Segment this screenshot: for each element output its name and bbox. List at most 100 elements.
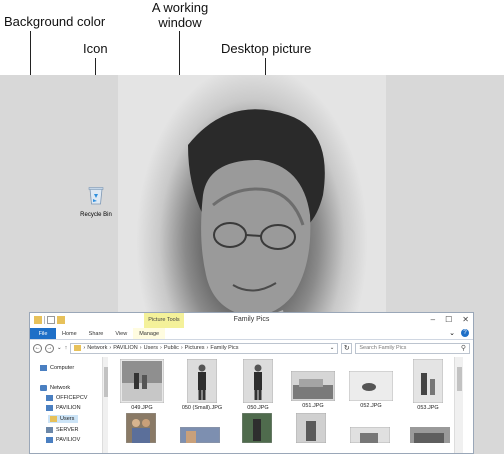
photo-thumbnail-icon [348,370,394,402]
breadcrumb-separator: › [109,345,112,351]
desktop[interactable]: Recycle Bin Picture Tools Family Pics – … [0,75,504,454]
callout-working-window-line1: A working [151,0,209,15]
file-item[interactable]: 050 (Small).JPG [176,358,228,411]
nav-item-partial[interactable]: PAVILIOV [46,437,80,443]
callout-working-window-line2: window [158,15,202,30]
breadcrumb-separator: › [139,345,142,351]
scrollbar-thumb[interactable] [457,367,462,391]
computer-icon [46,437,53,443]
breadcrumb-separator: › [160,345,162,351]
recycle-bin-label: Recycle Bin [80,212,112,218]
window-title: Family Pics [233,316,270,323]
photo-thumbnail-icon [242,358,274,404]
recent-locations-icon[interactable]: ⌄ [57,345,62,351]
up-button[interactable]: ↑ [65,345,68,351]
nav-scrollbar[interactable] [102,357,108,453]
file-item[interactable] [124,412,158,445]
breadcrumb-separator: › [83,345,86,351]
breadcrumb-pavilion[interactable]: PAVILION [113,345,138,351]
breadcrumb-pictures[interactable]: Pictures [185,345,205,351]
computer-icon [46,395,53,401]
network-icon [40,385,47,391]
ribbon-tabs: File Home Share View Manage ⌄ ? [30,328,473,340]
photo-thumbnail-icon [125,412,157,444]
window-controls: – ☐ ✕ [431,315,469,324]
callout-icon: Icon [83,41,108,56]
file-item[interactable] [294,412,328,445]
window-body: Computer Network OFFICEPCV PAVILION User… [30,357,473,453]
maximize-button[interactable]: ☐ [445,315,452,324]
folder-icon [50,416,57,422]
file-item[interactable]: 049.JPG [118,358,166,411]
recycle-bin[interactable]: Recycle Bin [78,185,114,218]
nav-item-label: PAVILION [56,405,81,411]
computer-icon [46,405,53,411]
search-input[interactable]: Search Family Pics ⚲ [355,342,470,354]
file-item[interactable] [348,426,392,445]
nav-item-label: Network [50,385,71,391]
tab-view[interactable]: View [109,328,133,339]
nav-item-label: Users [60,416,75,422]
nav-item-label: SERVER [56,427,79,433]
file-name: 053.JPG [417,405,439,411]
file-name: 050.JPG [247,405,269,411]
photo-thumbnail-icon [295,412,327,444]
nav-item-network[interactable]: Network [40,385,70,391]
search-placeholder: Search Family Pics [359,344,407,351]
nav-item-officepcv[interactable]: OFFICEPCV [46,395,87,401]
photo-thumbnail-icon [186,358,218,404]
help-icon[interactable]: ? [461,329,469,337]
expand-ribbon-icon[interactable]: ⌄ [449,329,455,337]
file-list[interactable]: 049.JPG 050 (Small).JPG 050.JPG 051.JPG … [112,357,463,453]
minimize-button[interactable]: – [431,315,435,324]
nav-item-server[interactable]: SERVER [46,427,79,433]
file-name: 051.JPG [302,403,324,409]
breadcrumb-public[interactable]: Public [164,345,179,351]
scrollbar-thumb[interactable] [104,367,108,397]
file-item[interactable] [178,426,222,445]
explorer-window[interactable]: Picture Tools Family Pics – ☐ ✕ File Hom… [29,312,474,454]
file-name: 050 (Small).JPG [181,405,223,411]
folder-icon [74,345,82,351]
refresh-button[interactable]: ↻ [341,342,353,354]
tab-home[interactable]: Home [56,328,83,339]
address-row: ← → ⌄ ↑ › Network › PAVILION › Users › P… [30,340,473,356]
tab-manage[interactable]: Manage [133,328,166,339]
callout-background-color: Background color [4,14,106,29]
address-bar[interactable]: › Network › PAVILION › Users › Public › … [70,342,339,354]
content-scrollbar[interactable] [454,357,463,453]
file-item[interactable] [408,426,452,445]
navigation-pane[interactable]: Computer Network OFFICEPCV PAVILION User… [30,357,108,453]
nav-item-pavilion[interactable]: PAVILION [46,405,81,411]
file-item[interactable]: 051.JPG [290,370,336,409]
nav-item-computer[interactable]: Computer [40,365,74,371]
breadcrumb-separator: › [206,345,209,351]
breadcrumb-users[interactable]: Users [144,345,158,351]
file-item[interactable]: 052.JPG [348,370,394,409]
back-button[interactable]: ← [33,343,42,353]
nav-item-label: OFFICEPCV [56,395,88,401]
photo-thumbnail-icon [179,426,221,444]
tab-share[interactable]: Share [83,328,110,339]
photo-thumbnail-icon [409,426,451,444]
nav-item-label: Computer [50,365,75,371]
file-item[interactable]: 053.JPG [408,358,448,411]
breadcrumb-separator: › [180,345,183,351]
callout-desktop-picture: Desktop picture [221,41,312,56]
forward-button[interactable]: → [45,343,54,353]
photo-thumbnail-icon [241,412,273,444]
file-name: 052.JPG [360,403,382,409]
nav-item-users[interactable]: Users [48,415,79,423]
breadcrumb-family-pics[interactable]: Family Pics [210,345,238,351]
file-item[interactable]: 050.JPG [238,358,278,411]
nav-item-label: PAVILIOV [56,437,81,443]
photo-thumbnail-icon [412,358,444,404]
recycle-bin-icon [88,187,104,205]
file-name: 049.JPG [131,405,153,411]
title-bar[interactable]: Picture Tools Family Pics – ☐ ✕ [30,313,473,328]
close-button[interactable]: ✕ [462,315,469,324]
breadcrumb-network[interactable]: Network [87,345,107,351]
tab-file[interactable]: File [30,328,56,339]
chevron-down-icon[interactable]: ⌄ [330,345,335,351]
file-item[interactable] [240,412,274,445]
